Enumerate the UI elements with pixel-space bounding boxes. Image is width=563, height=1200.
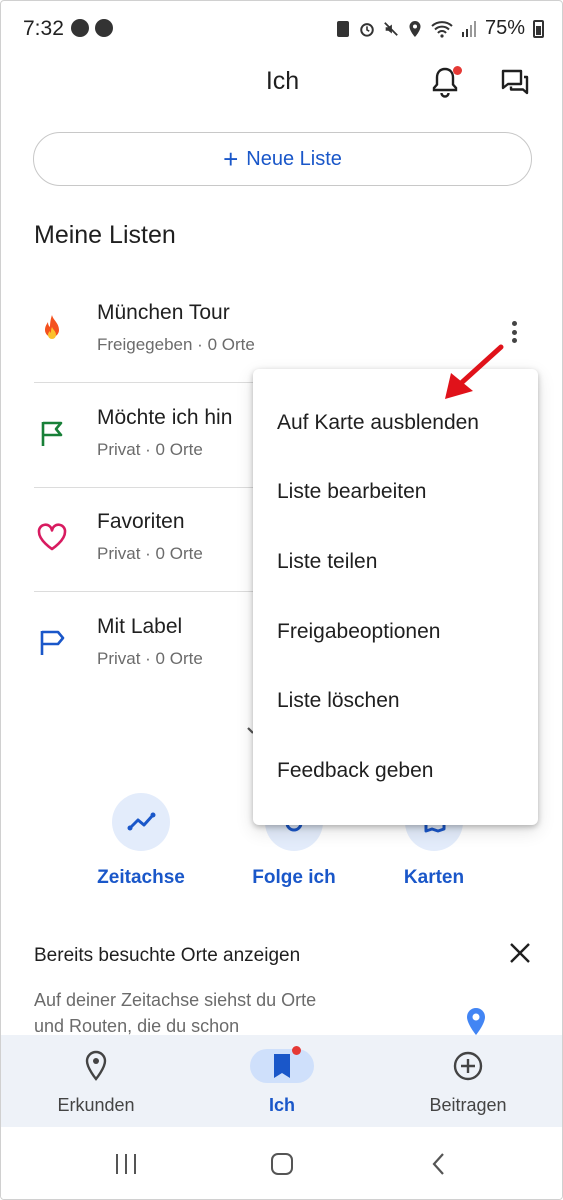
list-title: Favoriten	[97, 510, 185, 533]
nav-explore-label: Erkunden	[57, 1095, 135, 1115]
fire-icon	[45, 315, 59, 339]
menu-item-feedback[interactable]: Feedback geben	[277, 759, 433, 783]
nav-me[interactable]: Ich	[187, 1035, 377, 1127]
whatsapp-icon	[71, 19, 89, 37]
status-time: 7:32	[23, 17, 64, 40]
new-list-button[interactable]: + Neue Liste	[33, 132, 532, 186]
menu-item-edit-list[interactable]: Liste bearbeiten	[277, 480, 426, 504]
signal-icon	[461, 20, 476, 37]
home-icon[interactable]	[269, 1151, 295, 1177]
sim-icon	[336, 20, 349, 37]
timeline-button[interactable]: Zeitachse	[71, 793, 211, 889]
battery-percentage: 75%	[484, 17, 525, 39]
new-list-label: Neue Liste	[246, 147, 342, 170]
location-icon	[409, 20, 421, 37]
notification-badge	[453, 66, 462, 75]
wifi-icon	[431, 20, 453, 38]
nav-notification-badge	[292, 1046, 301, 1055]
phone-screen: 7:32 75% Ich + Neue Liste Meine Listen M…	[0, 0, 563, 1200]
menu-item-hide-on-map[interactable]: Auf Karte ausblenden	[277, 411, 479, 435]
menu-item-share-list[interactable]: Liste teilen	[277, 550, 377, 574]
list-subtitle: Privat · 0 Orte	[97, 440, 203, 459]
heart-icon	[37, 523, 67, 551]
annotation-arrow-icon	[445, 344, 504, 399]
status-right-icons: 75%	[335, 17, 544, 40]
status-left-icons	[71, 19, 113, 37]
add-circle-icon	[436, 1049, 500, 1083]
back-icon[interactable]	[426, 1151, 452, 1177]
list-title: München Tour	[97, 301, 230, 324]
list-subtitle: Privat · 0 Orte	[97, 544, 203, 563]
timeline-icon	[112, 793, 170, 851]
maps-label: Karten	[403, 867, 465, 888]
status-bar: 7:32 75%	[1, 1, 562, 57]
location-pin-illustration-icon	[467, 1008, 485, 1035]
visited-places-description: Auf deiner Zeitachse siehst du Orte und …	[34, 990, 317, 1036]
list-subtitle: Freigegeben · 0 Orte	[97, 335, 255, 354]
location-pin-icon	[64, 1049, 128, 1083]
visited-places-title: Bereits besuchte Orte anzeigen	[34, 945, 301, 966]
nav-contribute[interactable]: Beitragen	[373, 1035, 562, 1127]
list-subtitle: Privat · 0 Orte	[97, 649, 203, 668]
menu-item-sharing-options[interactable]: Freigabeoptionen	[277, 620, 440, 644]
bottom-navigation: Erkunden Ich Beitragen	[1, 1035, 562, 1127]
messenger-icon	[95, 19, 113, 37]
menu-item-delete-list[interactable]: Liste löschen	[277, 689, 400, 713]
list-title: Möchte ich hin	[97, 406, 233, 429]
recent-apps-icon[interactable]	[113, 1151, 139, 1177]
timeline-label: Zeitachse	[97, 867, 185, 888]
mute-icon	[384, 21, 398, 36]
following-label: Folge ich	[252, 867, 336, 888]
alarm-icon	[360, 22, 374, 37]
list-options-menu: Auf Karte ausblenden Liste bearbeiten Li…	[253, 369, 538, 825]
list-title: Mit Label	[97, 615, 183, 638]
nav-explore[interactable]: Erkunden	[1, 1035, 191, 1127]
my-lists-heading: Meine Listen	[34, 221, 176, 249]
system-navigation-bar	[1, 1127, 562, 1199]
label-flag-icon	[40, 630, 65, 655]
flag-icon	[41, 421, 63, 446]
close-icon[interactable]	[508, 941, 532, 965]
page-title: Ich	[265, 67, 300, 95]
plus-icon: +	[223, 144, 239, 174]
nav-me-label: Ich	[268, 1095, 295, 1115]
battery-icon	[533, 19, 544, 38]
bookmark-icon	[250, 1049, 314, 1083]
nav-contribute-label: Beitragen	[429, 1095, 507, 1115]
messages-icon[interactable]	[499, 67, 531, 97]
